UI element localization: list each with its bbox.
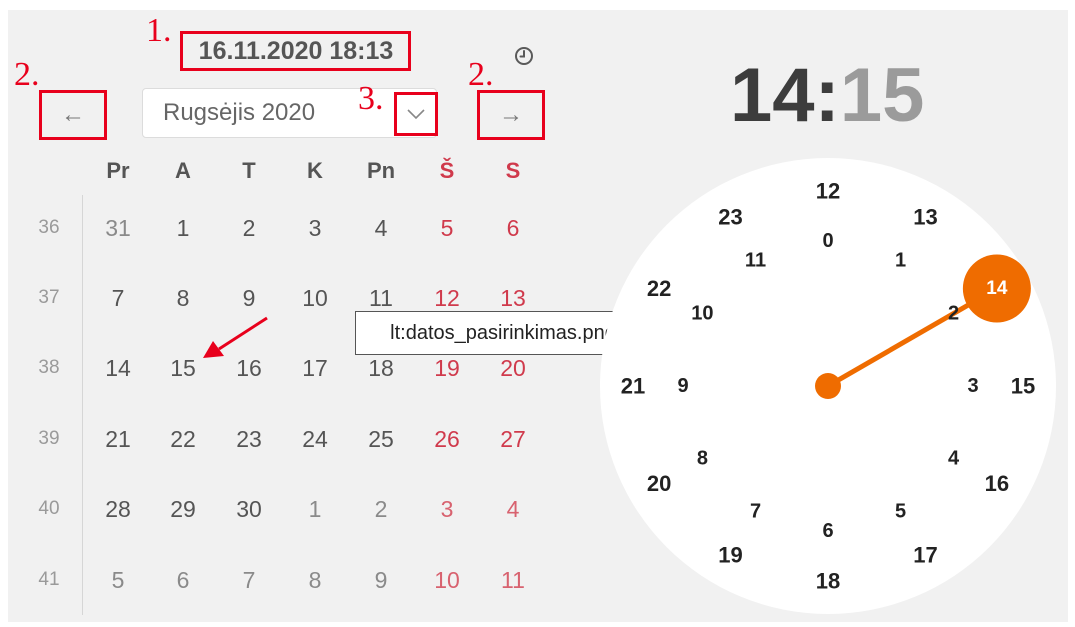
clock-hour-inner[interactable]: 3 <box>967 375 978 397</box>
annotation-box-dropdown <box>394 92 438 136</box>
clock-hour-inner[interactable]: 7 <box>750 501 761 523</box>
clock-hour-outer[interactable]: 18 <box>816 569 840 594</box>
clock-hour-outer[interactable]: 16 <box>985 471 1009 496</box>
clock-hour-inner[interactable]: 9 <box>677 375 688 397</box>
annotation-label-2-left: 2. <box>14 56 40 93</box>
annotation-box-prev <box>39 90 107 140</box>
clock-hour-inner[interactable]: 6 <box>822 520 833 542</box>
clock-hour-outer[interactable]: 15 <box>1011 374 1035 399</box>
annotation-box-next <box>477 90 545 140</box>
clock-hour-outer[interactable]: 19 <box>718 542 742 567</box>
clock-hour-inner[interactable]: 5 <box>895 501 906 523</box>
clock-hour-inner[interactable]: 4 <box>948 448 960 470</box>
clock-hour-outer[interactable]: 20 <box>647 471 671 496</box>
clock-hour-inner[interactable]: 10 <box>691 303 713 325</box>
clock-center-dot <box>815 373 841 399</box>
clock-hour-outer[interactable]: 21 <box>621 374 645 399</box>
clock-hour-outer[interactable]: 22 <box>647 276 671 301</box>
annotation-label-2-right: 2. <box>468 56 494 93</box>
annotation-label-1: 1. <box>146 12 172 49</box>
annotation-label-3: 3. <box>358 80 384 117</box>
clock-hour-outer[interactable]: 23 <box>718 205 742 230</box>
clock-hour-inner[interactable]: 11 <box>745 249 766 271</box>
clock-hour-outer[interactable]: 12 <box>816 179 840 204</box>
selected-hour-label: 14 <box>986 278 1008 299</box>
clock-hour-inner[interactable]: 8 <box>697 448 708 470</box>
clock-hour-inner[interactable]: 1 <box>895 249 906 271</box>
annotation-box-datetime <box>180 31 411 71</box>
clock-hour-outer[interactable]: 13 <box>913 205 937 230</box>
clock-hour-inner[interactable]: 2 <box>948 303 959 325</box>
clock-hour-inner[interactable]: 0 <box>822 230 833 252</box>
clock-hour-outer[interactable]: 17 <box>913 542 937 567</box>
